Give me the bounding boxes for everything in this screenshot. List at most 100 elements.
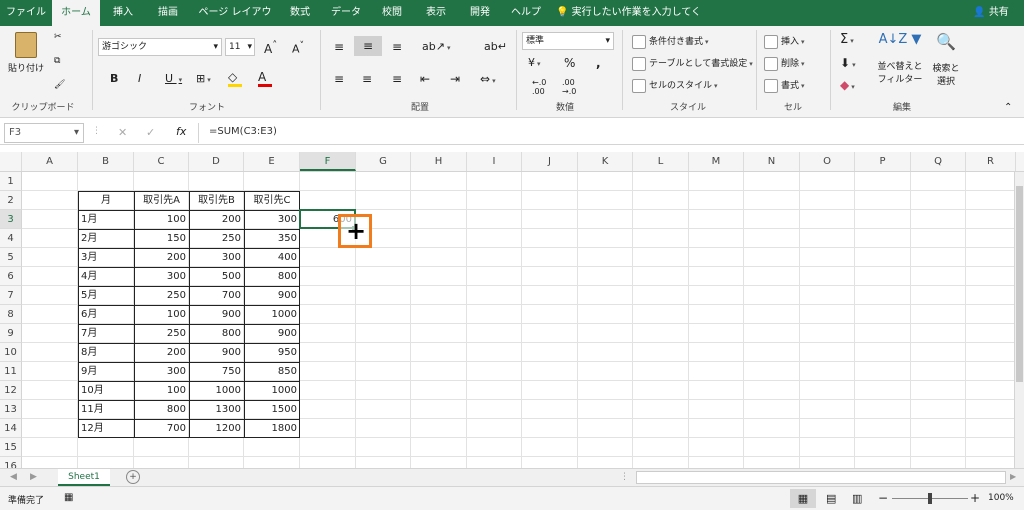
tab-developer[interactable]: 開発 [460, 0, 500, 26]
paste-button[interactable]: 貼り付け [8, 32, 44, 74]
column-header[interactable]: B [78, 152, 134, 171]
column-header[interactable]: C [134, 152, 189, 171]
table-cell[interactable]: 1500 [244, 400, 300, 419]
table-cell[interactable]: 4月 [78, 267, 134, 286]
align-top-icon[interactable]: ≡ [334, 40, 344, 54]
horizontal-scrollbar[interactable] [636, 471, 1006, 484]
table-cell[interactable]: 900 [244, 286, 300, 305]
table-cell[interactable]: 900 [189, 305, 244, 324]
row-header[interactable]: 4 [0, 229, 22, 248]
zoom-in-icon[interactable]: + [970, 491, 980, 505]
prev-sheet-icon[interactable]: ◀ [10, 472, 17, 482]
tab-review[interactable]: 校閲 [372, 0, 412, 26]
cut-icon[interactable]: ✂ [54, 32, 62, 42]
orientation-icon[interactable]: ab↗ ▾ [422, 40, 450, 53]
table-cell[interactable]: 8月 [78, 343, 134, 362]
fill-icon[interactable]: ⬇ ▾ [840, 56, 856, 70]
page-break-view-icon[interactable]: ▥ [852, 492, 862, 505]
zoom-out-icon[interactable]: − [878, 491, 888, 505]
table-cell[interactable]: 700 [134, 419, 189, 438]
zoom-level[interactable]: 100% [988, 493, 1014, 503]
delete-cells-button[interactable]: 削除 ▾ [764, 56, 805, 71]
comma-icon[interactable]: , [596, 56, 601, 70]
table-cell[interactable]: 250 [134, 286, 189, 305]
column-header[interactable]: L [633, 152, 689, 171]
row-header[interactable]: 15 [0, 438, 22, 457]
row-header[interactable]: 11 [0, 362, 22, 381]
row-header[interactable]: 12 [0, 381, 22, 400]
row-header[interactable]: 13 [0, 400, 22, 419]
table-cell[interactable]: 10月 [78, 381, 134, 400]
merge-center-icon[interactable]: ⇔ ▾ [480, 72, 496, 86]
increase-decimal-icon[interactable]: ←.0.00 [532, 78, 546, 96]
row-header[interactable]: 3 [0, 210, 22, 229]
sheet-tab-sheet1[interactable]: Sheet1 [58, 469, 110, 486]
align-middle-icon[interactable]: ≡ [354, 36, 382, 56]
column-header[interactable]: P [855, 152, 911, 171]
font-name-select[interactable]: 游ゴシック ▾ [98, 38, 222, 56]
conditional-format-button[interactable]: 条件付き書式 ▾ [632, 34, 709, 49]
table-header-cell[interactable]: 取引先A [134, 191, 189, 210]
borders-icon[interactable]: ⊞ ▾ [196, 72, 211, 85]
table-cell[interactable]: 900 [189, 343, 244, 362]
align-center-icon[interactable]: ≡ [362, 72, 372, 86]
tell-me-box[interactable]: 💡 実行したい作業を入力してください [556, 0, 706, 44]
find-select-button[interactable]: 🔍 検索と 選択 [928, 32, 964, 87]
table-cell[interactable]: 100 [134, 305, 189, 324]
table-cell[interactable]: 6月 [78, 305, 134, 324]
underline-button[interactable]: U ▾ [165, 72, 182, 85]
column-header[interactable]: E [244, 152, 300, 171]
font-color-icon[interactable]: A [258, 70, 272, 87]
tab-help[interactable]: ヘルプ [504, 0, 548, 26]
column-header-selected[interactable]: F [300, 152, 356, 171]
table-cell[interactable]: 300 [134, 267, 189, 286]
table-cell[interactable]: 3月 [78, 248, 134, 267]
table-cell[interactable]: 200 [134, 343, 189, 362]
tab-home[interactable]: ホーム [52, 0, 100, 26]
table-header-cell[interactable]: 取引先B [189, 191, 244, 210]
next-sheet-icon[interactable]: ▶ [30, 472, 37, 482]
table-cell[interactable]: 1000 [244, 305, 300, 324]
table-cell[interactable]: 300 [244, 210, 300, 229]
table-cell[interactable]: 950 [244, 343, 300, 362]
decrease-font-icon[interactable]: A˅ [292, 40, 304, 56]
scroll-right-arrow[interactable]: ▶ [1010, 472, 1016, 481]
scroll-up-arrow[interactable] [1016, 152, 1024, 171]
formula-input[interactable]: =SUM(C3:E3) [198, 123, 1018, 143]
decrease-decimal-icon[interactable]: .00 →.0 [562, 78, 576, 96]
table-cell[interactable]: 1300 [189, 400, 244, 419]
column-header[interactable]: H [411, 152, 467, 171]
font-size-select[interactable]: 11 ▾ [225, 38, 255, 56]
tab-file[interactable]: ファイル [4, 0, 48, 26]
currency-icon[interactable]: ¥ ▾ [528, 56, 541, 69]
clear-icon[interactable]: ◆ ▾ [840, 78, 855, 92]
column-header[interactable]: J [522, 152, 578, 171]
autosum-icon[interactable]: Σ ▾ [840, 32, 854, 47]
macro-record-icon[interactable]: ▦ [64, 492, 73, 503]
column-header[interactable]: M [689, 152, 744, 171]
collapse-ribbon-icon[interactable]: ⌃ [1004, 102, 1012, 113]
row-header[interactable]: 6 [0, 267, 22, 286]
align-bottom-icon[interactable]: ≡ [392, 40, 402, 54]
row-header[interactable]: 7 [0, 286, 22, 305]
table-cell[interactable]: 300 [189, 248, 244, 267]
table-cell[interactable]: 350 [244, 229, 300, 248]
tab-formulas[interactable]: 数式 [280, 0, 320, 26]
row-header[interactable]: 16 [0, 457, 22, 468]
bold-button[interactable]: B [110, 72, 118, 85]
wrap-text-icon[interactable]: ab↵ [484, 40, 507, 53]
share-button[interactable]: 👤 共有 [966, 0, 1016, 26]
decrease-indent-icon[interactable]: ⇤ [420, 72, 430, 86]
column-header[interactable]: R [966, 152, 1016, 171]
table-cell[interactable]: 300 [134, 362, 189, 381]
table-cell[interactable]: 250 [189, 229, 244, 248]
align-left-icon[interactable]: ≡ [334, 72, 344, 86]
insert-function-icon[interactable]: fx [176, 125, 186, 138]
table-cell[interactable]: 750 [189, 362, 244, 381]
sort-filter-button[interactable]: A↓Z ▼ 並べ替えと フィルター [876, 32, 924, 85]
table-cell[interactable]: 200 [189, 210, 244, 229]
table-cell[interactable]: 9月 [78, 362, 134, 381]
align-right-icon[interactable]: ≡ [392, 72, 402, 86]
table-cell[interactable]: 100 [134, 381, 189, 400]
table-cell[interactable]: 1000 [244, 381, 300, 400]
